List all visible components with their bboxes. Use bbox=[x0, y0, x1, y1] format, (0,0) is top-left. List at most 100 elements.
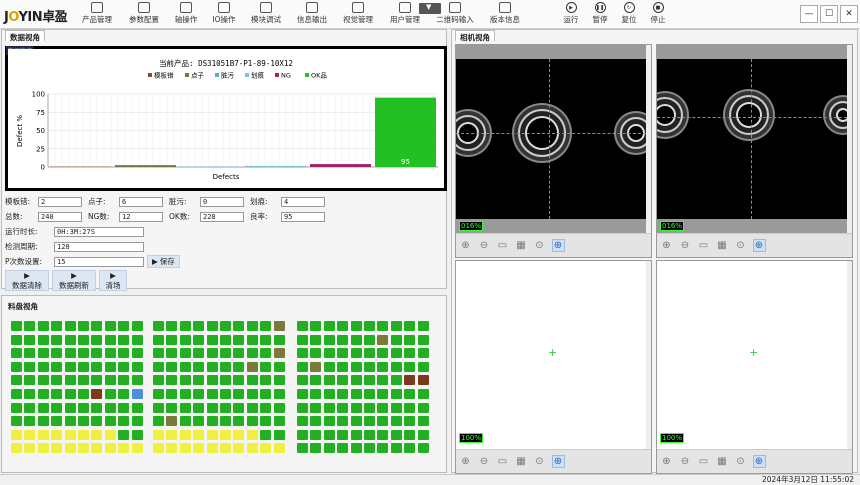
tray-cell[interactable] bbox=[78, 430, 89, 440]
tray-cell[interactable] bbox=[65, 443, 76, 453]
tray-cell[interactable] bbox=[51, 362, 62, 372]
refresh-data-button[interactable]: ▶数据刷新 bbox=[52, 270, 96, 291]
tray-cell[interactable] bbox=[220, 375, 231, 385]
tray-cell[interactable] bbox=[233, 403, 244, 413]
tray-cell[interactable] bbox=[65, 389, 76, 399]
tray-cell[interactable] bbox=[153, 362, 164, 372]
tray-cell[interactable] bbox=[404, 321, 415, 331]
toolbar-reset-button[interactable]: ↻复位 bbox=[615, 2, 643, 27]
tray-cell[interactable] bbox=[364, 403, 375, 413]
tray-cell[interactable] bbox=[166, 443, 177, 453]
tray-cell[interactable] bbox=[132, 335, 143, 345]
tray-cell[interactable] bbox=[260, 362, 271, 372]
actual-size-icon[interactable]: ▭ bbox=[697, 455, 710, 468]
tray-cell[interactable] bbox=[297, 321, 308, 331]
tray-cell[interactable] bbox=[180, 430, 191, 440]
tray-cell[interactable] bbox=[65, 416, 76, 426]
tray-cell[interactable] bbox=[297, 416, 308, 426]
tray-cell[interactable] bbox=[38, 403, 49, 413]
tray-cell[interactable] bbox=[220, 403, 231, 413]
tray-cell[interactable] bbox=[337, 348, 348, 358]
tray-cell[interactable] bbox=[118, 375, 129, 385]
tray-cell[interactable] bbox=[207, 403, 218, 413]
tray-cell[interactable] bbox=[78, 403, 89, 413]
tray-cell[interactable] bbox=[310, 403, 321, 413]
toolbar-item-9[interactable]: 版本信息 bbox=[485, 2, 525, 27]
tray-cell[interactable] bbox=[297, 443, 308, 453]
tray-cell[interactable] bbox=[11, 403, 22, 413]
tray-cell[interactable] bbox=[418, 375, 429, 385]
tray-cell[interactable] bbox=[193, 403, 204, 413]
grid-icon[interactable]: ▦ bbox=[716, 455, 729, 468]
crosshair-icon[interactable]: ⊕ bbox=[552, 239, 565, 252]
tray-cell[interactable] bbox=[166, 348, 177, 358]
tray-cell[interactable] bbox=[105, 416, 116, 426]
tray-cell[interactable] bbox=[337, 389, 348, 399]
tray-cell[interactable] bbox=[260, 389, 271, 399]
tray-cell[interactable] bbox=[65, 403, 76, 413]
tray-cell[interactable] bbox=[351, 430, 362, 440]
tray-cell[interactable] bbox=[418, 443, 429, 453]
tray-cell[interactable] bbox=[233, 443, 244, 453]
tray-cell[interactable] bbox=[220, 335, 231, 345]
tray-cell[interactable] bbox=[24, 335, 35, 345]
tray-cell[interactable] bbox=[91, 389, 102, 399]
tray-cell[interactable] bbox=[207, 430, 218, 440]
tray-cell[interactable] bbox=[153, 335, 164, 345]
tray-cell[interactable] bbox=[220, 362, 231, 372]
tray-cell[interactable] bbox=[324, 403, 335, 413]
tray-cell[interactable] bbox=[337, 335, 348, 345]
tray-cell[interactable] bbox=[324, 389, 335, 399]
tray-cell[interactable] bbox=[404, 416, 415, 426]
tray-cell[interactable] bbox=[274, 362, 285, 372]
tray-cell[interactable] bbox=[297, 335, 308, 345]
tray-cell[interactable] bbox=[65, 430, 76, 440]
tray-cell[interactable] bbox=[180, 321, 191, 331]
crosshair-icon[interactable]: ⊕ bbox=[753, 455, 766, 468]
tray-cell[interactable] bbox=[220, 430, 231, 440]
tray-cell[interactable] bbox=[324, 362, 335, 372]
tray-cell[interactable] bbox=[193, 335, 204, 345]
tray-cell[interactable] bbox=[337, 416, 348, 426]
tray-cell[interactable] bbox=[404, 403, 415, 413]
toolbar-stop-button[interactable]: ■停止 bbox=[644, 2, 672, 27]
minimize-button[interactable]: — bbox=[800, 5, 818, 23]
scrollbar[interactable] bbox=[847, 261, 852, 449]
tray-cell[interactable] bbox=[310, 321, 321, 331]
tray-cell[interactable] bbox=[233, 416, 244, 426]
tray-cell[interactable] bbox=[91, 416, 102, 426]
tray-cell[interactable] bbox=[153, 443, 164, 453]
tray-cell[interactable] bbox=[351, 443, 362, 453]
tray-cell[interactable] bbox=[310, 348, 321, 358]
tray-cell[interactable] bbox=[51, 335, 62, 345]
tray-cell[interactable] bbox=[193, 416, 204, 426]
tray-cell[interactable] bbox=[166, 335, 177, 345]
camera-panel-3[interactable]: +100%⊕⊖▭▦⊙⊕ bbox=[455, 260, 652, 474]
tray-cell[interactable] bbox=[324, 335, 335, 345]
tray-cell[interactable] bbox=[310, 375, 321, 385]
total-field[interactable]: 240 bbox=[38, 212, 82, 222]
maximize-button[interactable]: ☐ bbox=[820, 5, 838, 23]
tray-cell[interactable] bbox=[132, 348, 143, 358]
tray-cell[interactable] bbox=[91, 335, 102, 345]
zoom-out-icon[interactable]: ⊖ bbox=[478, 239, 491, 252]
tray-cell[interactable] bbox=[91, 403, 102, 413]
mold-error-field[interactable]: 2 bbox=[38, 197, 82, 207]
tray-cell[interactable] bbox=[418, 362, 429, 372]
tray-cell[interactable] bbox=[391, 403, 402, 413]
tray-cell[interactable] bbox=[105, 348, 116, 358]
tray-cell[interactable] bbox=[207, 416, 218, 426]
tray-cell[interactable] bbox=[260, 335, 271, 345]
tray-cell[interactable] bbox=[180, 348, 191, 358]
tray-cell[interactable] bbox=[377, 335, 388, 345]
tray-cell[interactable] bbox=[11, 389, 22, 399]
tray-cell[interactable] bbox=[207, 443, 218, 453]
scrollbar[interactable] bbox=[646, 45, 651, 233]
toolbar-item-6[interactable]: 视觉管理 bbox=[338, 2, 378, 27]
tab-data-view[interactable]: 数据视角 bbox=[5, 30, 45, 41]
target-icon[interactable]: ⊙ bbox=[533, 239, 546, 252]
tray-cell[interactable] bbox=[364, 443, 375, 453]
tray-cell[interactable] bbox=[118, 403, 129, 413]
tray-cell[interactable] bbox=[337, 321, 348, 331]
tray-cell[interactable] bbox=[418, 430, 429, 440]
